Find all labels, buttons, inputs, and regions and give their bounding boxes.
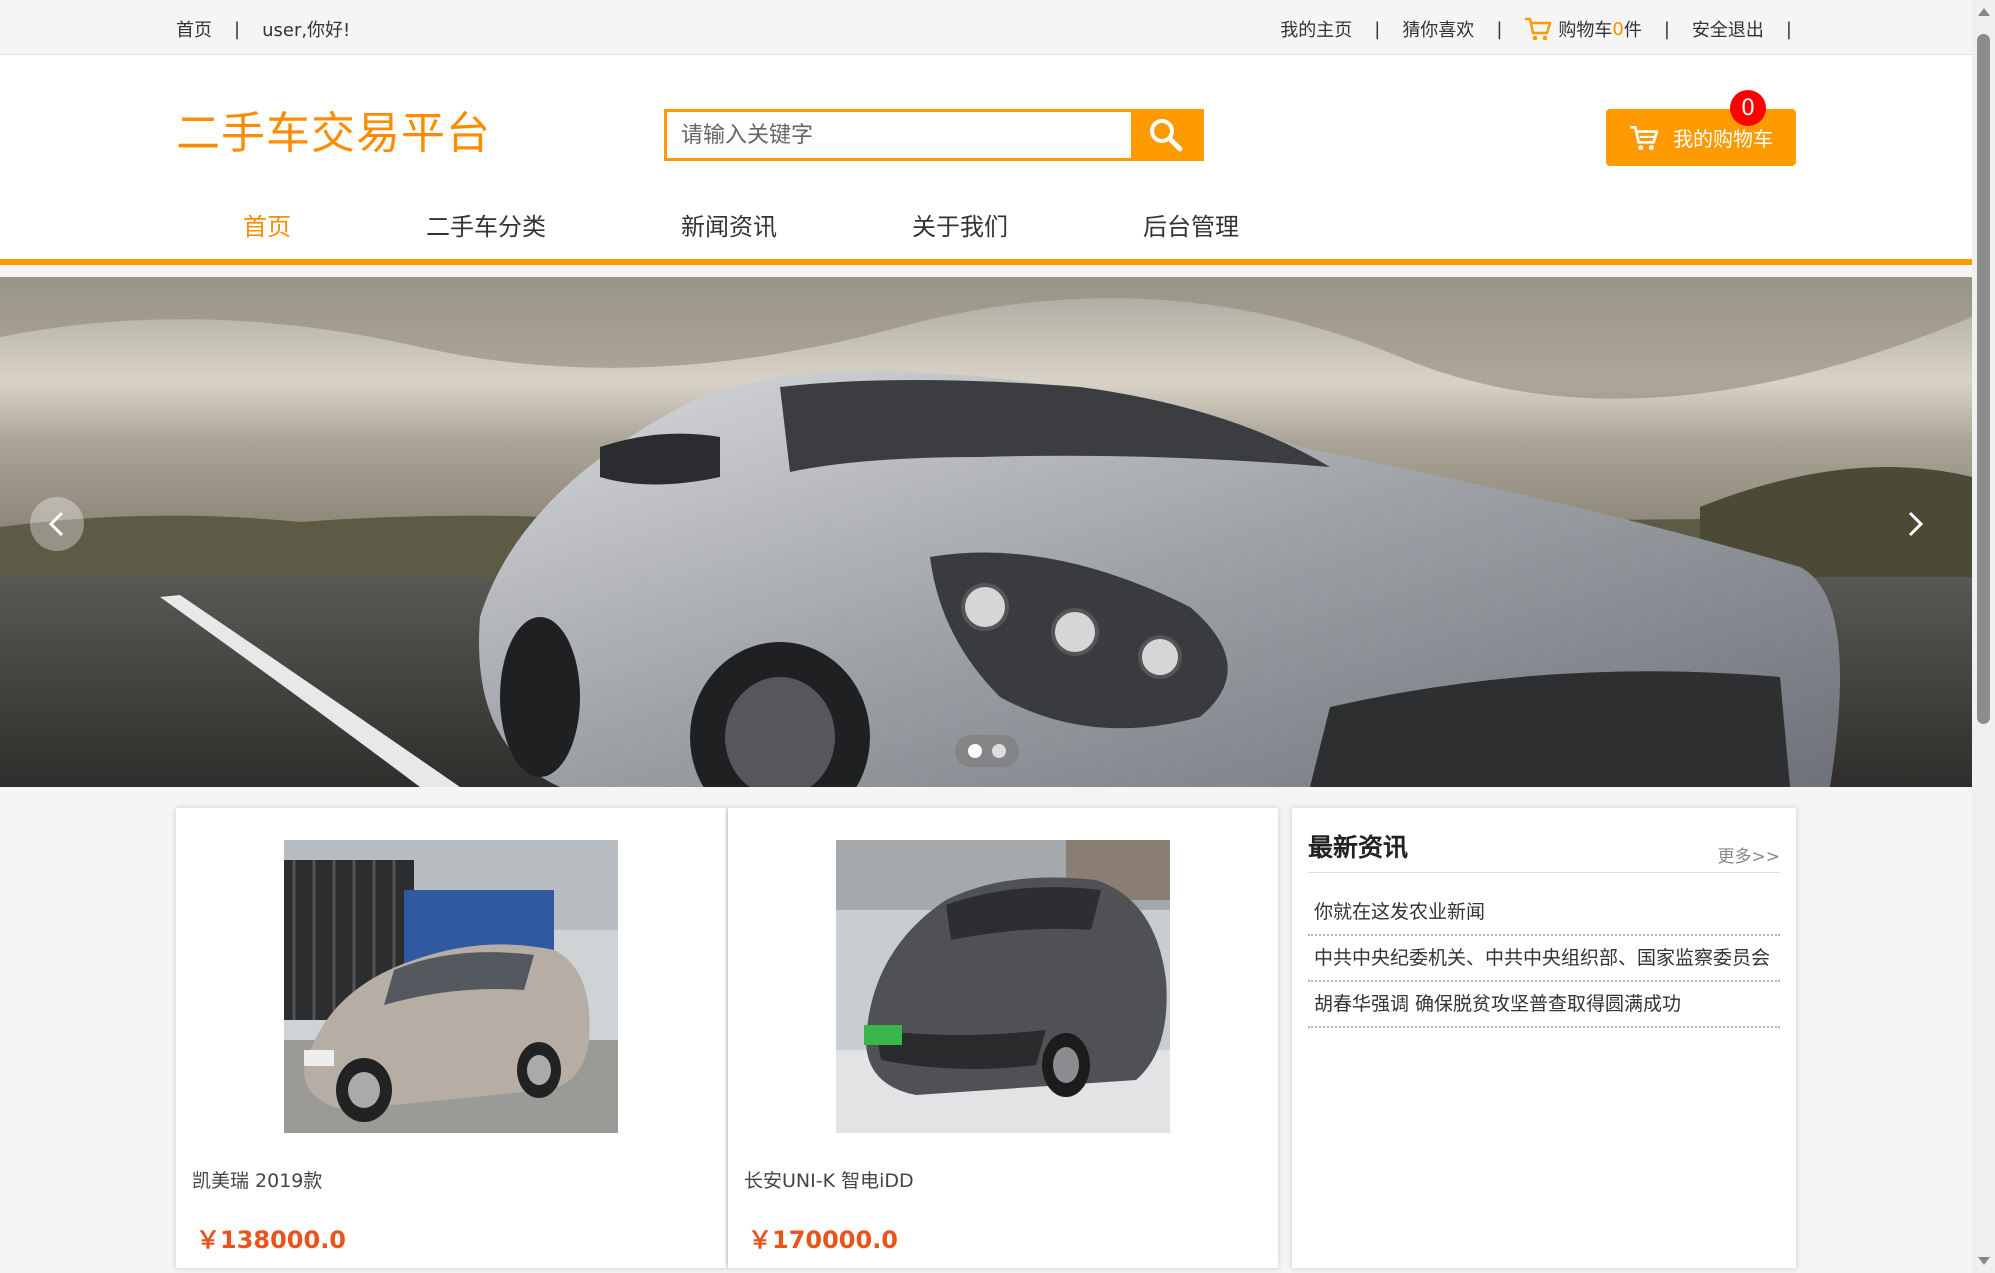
header: 二手车交易平台 我的购物车 0 首页 二手车分类 新闻资讯 关于我们 后台管理 [0, 55, 1972, 265]
news-divider [1308, 872, 1780, 873]
search-button[interactable] [1131, 112, 1201, 158]
chevron-right-icon [1908, 511, 1924, 537]
separator: | [234, 18, 241, 40]
site-logo[interactable]: 二手车交易平台 [176, 97, 491, 161]
cart-icon [1630, 125, 1659, 150]
news-item[interactable]: 你就在这发农业新闻 [1308, 890, 1780, 936]
top-cart-label: 购物车 [1558, 20, 1613, 41]
banner-carousel [0, 277, 1972, 787]
banner-prev-button[interactable] [30, 497, 84, 551]
separator: | [1374, 18, 1381, 40]
my-cart-label: 我的购物车 [1673, 127, 1773, 151]
top-cart-link[interactable]: 购物车 0 件 [1524, 16, 1642, 42]
cart-icon [1525, 17, 1552, 41]
banner-next-button[interactable] [1888, 497, 1942, 551]
top-home-link[interactable]: 首页 [176, 16, 212, 42]
banner-dots [955, 735, 1019, 767]
product-card[interactable]: 凯美瑞 2019款 ￥138000.0 [176, 808, 726, 1268]
separator: | [1496, 18, 1503, 40]
banner-dot[interactable] [968, 744, 982, 758]
nav-item-categories[interactable]: 二手车分类 [426, 207, 546, 242]
scroll-down-icon[interactable] [1978, 1257, 1990, 1265]
product-image[interactable] [836, 840, 1170, 1133]
logout-link[interactable]: 安全退出 [1692, 16, 1764, 42]
chevron-left-icon [48, 511, 64, 537]
my-home-link[interactable]: 我的主页 [1280, 16, 1352, 42]
separator: | [1785, 18, 1792, 40]
news-item[interactable]: 胡春华强调 确保脱贫攻坚普查取得圆满成功 [1308, 982, 1780, 1028]
top-cart-count: 0 [1612, 18, 1624, 40]
nav-item-news[interactable]: 新闻资讯 [681, 207, 777, 242]
news-panel: 最新资讯 更多>> 你就在这发农业新闻 中共中央纪委机关、中共中央组织部、国家监… [1292, 808, 1796, 1268]
cart-count-badge: 0 [1730, 90, 1766, 126]
top-bar-right: 我的主页 | 猜你喜欢 | 购物车 0 件 | 安全退出 | [1280, 16, 1792, 42]
product-name[interactable]: 凯美瑞 2019款 [192, 1166, 322, 1193]
scroll-up-icon[interactable] [1978, 8, 1990, 16]
my-cart-button[interactable]: 我的购物车 [1606, 109, 1796, 166]
banner-dot[interactable] [992, 744, 1006, 758]
product-price: ￥138000.0 [196, 1226, 347, 1254]
search-box [664, 109, 1204, 161]
news-title: 最新资讯 [1308, 833, 1409, 862]
news-more-link[interactable]: 更多>> [1718, 842, 1781, 867]
product-price: ￥170000.0 [748, 1226, 899, 1254]
news-item[interactable]: 中共中央纪委机关、中共中央组织部、国家监察委员会 [1308, 936, 1780, 982]
nav-item-about[interactable]: 关于我们 [912, 207, 1008, 242]
page-scrollbar[interactable] [1972, 0, 1995, 1273]
news-list: 你就在这发农业新闻 中共中央纪委机关、中共中央组织部、国家监察委员会 胡春华强调… [1308, 890, 1780, 1028]
product-image[interactable] [284, 840, 618, 1133]
search-icon [1150, 119, 1183, 152]
top-cart-unit: 件 [1623, 20, 1642, 41]
nav-item-admin[interactable]: 后台管理 [1143, 207, 1239, 242]
separator: | [1663, 18, 1670, 40]
search-input[interactable] [667, 112, 1131, 158]
scroll-thumb[interactable] [1977, 34, 1990, 724]
banner-image [0, 277, 1972, 787]
product-card[interactable]: 长安UNI-K 智电iDD ￥170000.0 [728, 808, 1278, 1268]
product-name[interactable]: 长安UNI-K 智电iDD [744, 1166, 914, 1193]
nav-item-home[interactable]: 首页 [243, 207, 291, 242]
guess-like-link[interactable]: 猜你喜欢 [1402, 16, 1474, 42]
user-greeting: user,你好! [262, 20, 351, 41]
top-bar: 首页 | user,你好! 我的主页 | 猜你喜欢 | 购物车 0 件 | 安全退出… [0, 0, 1972, 55]
top-bar-left: 首页 | user,你好! [176, 16, 350, 42]
main-nav: 首页 二手车分类 新闻资讯 关于我们 后台管理 [0, 207, 1972, 265]
